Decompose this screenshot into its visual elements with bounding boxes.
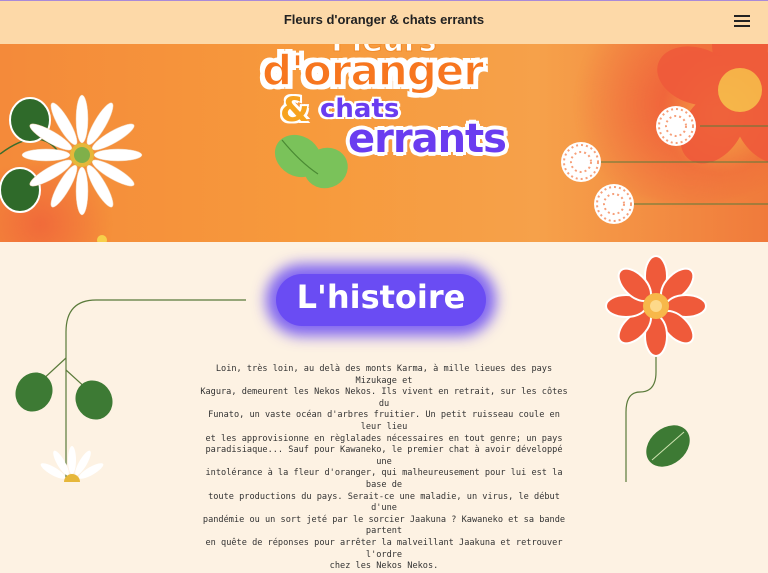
- story-section: L'histoire Loin, très loin, au delà des …: [0, 242, 768, 571]
- story-line: paradisiaque... Sauf pour Kawaneko, le p…: [205, 445, 563, 467]
- leaf-icon: [0, 167, 41, 213]
- white-blossom-cluster-icon: [561, 106, 696, 224]
- story-line: toute productions du pays. Serait-ce une…: [208, 491, 560, 514]
- story-line: chez les Nekos Nekos.: [329, 561, 439, 572]
- story-paragraph: Loin, très loin, au delà des monts Karma…: [196, 364, 572, 573]
- story-line: pandémie ou un sort jeté par le sorcier …: [202, 514, 566, 537]
- orange-flower-icon: [605, 255, 707, 357]
- hero-banner: Fleurs d'oranger & chats errants: [0, 44, 768, 242]
- leaf-icon: [75, 380, 113, 420]
- story-line: Funato, un vaste océan d'arbres fruitier…: [208, 410, 560, 432]
- section-title: L'histoire: [296, 278, 466, 316]
- story-line: intolérance à la fleur d'oranger, qui ma…: [205, 468, 563, 490]
- logo-ampersand: &: [280, 90, 310, 130]
- daisy-icon: [40, 446, 104, 482]
- story-line: Kagura, demeurent les Nekos Nekos. Ils v…: [200, 387, 568, 409]
- hamburger-menu-icon[interactable]: [734, 15, 750, 27]
- story-line: et les approvisionne en règlalades néces…: [205, 433, 563, 444]
- story-line: en quête de réponses pour arrêter la mal…: [205, 537, 563, 560]
- leaf-icon: [15, 372, 53, 412]
- story-line: Loin, très loin, au delà des monts Karma…: [215, 364, 553, 386]
- site-title[interactable]: Fleurs d'oranger & chats errants: [0, 12, 768, 27]
- top-navigation-bar: Fleurs d'oranger & chats errants: [0, 0, 768, 44]
- logo-text-errants: errants: [348, 116, 507, 162]
- logo-text-doranger: d'oranger: [261, 45, 485, 96]
